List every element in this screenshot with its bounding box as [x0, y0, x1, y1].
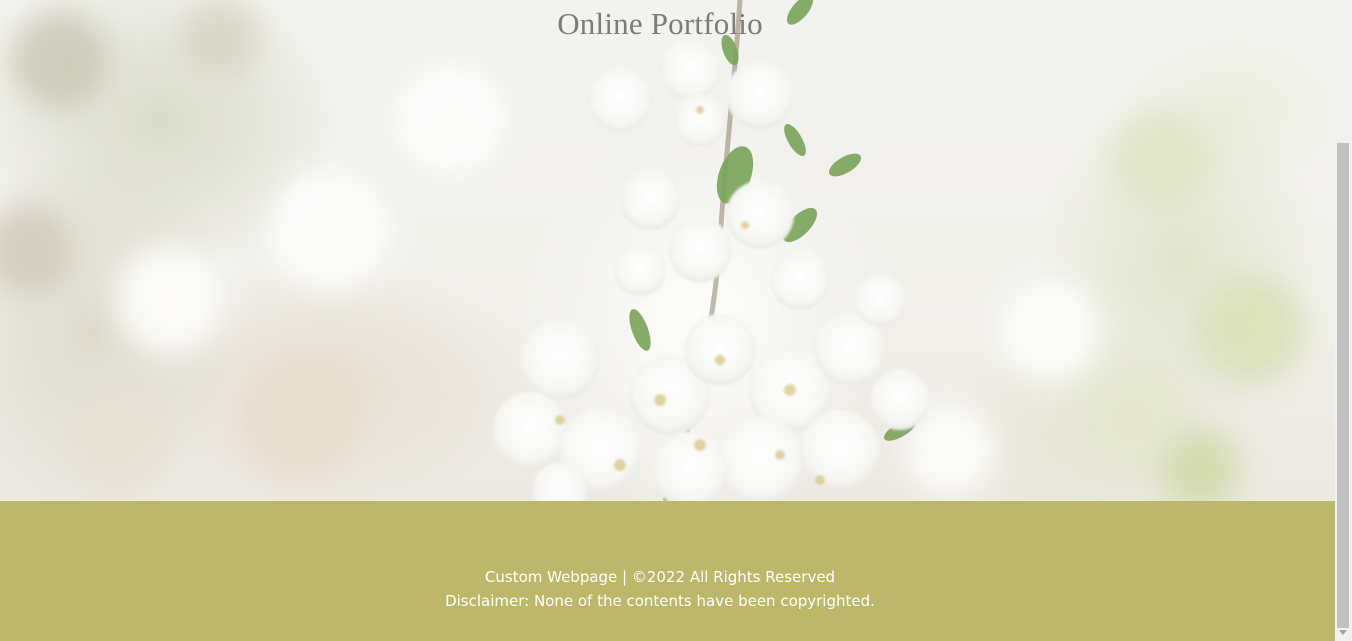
vertical-scrollbar[interactable] — [1335, 0, 1352, 641]
scroll-down-arrow-icon[interactable] — [1339, 630, 1347, 635]
footer: Custom Webpage | ©2022 All Rights Reserv… — [0, 501, 1335, 641]
blossom-branch-image — [0, 0, 1305, 501]
scrollbar-thumb[interactable] — [1337, 143, 1349, 628]
page: Online Portfolio Custom Webpage | ©2022 … — [0, 0, 1352, 641]
footer-copyright-text: Custom Webpage | ©2022 All Rights Reserv… — [484, 568, 836, 586]
page-title: Online Portfolio — [557, 6, 763, 41]
hero-background-image — [0, 0, 1335, 501]
footer-disclaimer-text: Disclaimer: None of the contents have be… — [445, 592, 875, 610]
